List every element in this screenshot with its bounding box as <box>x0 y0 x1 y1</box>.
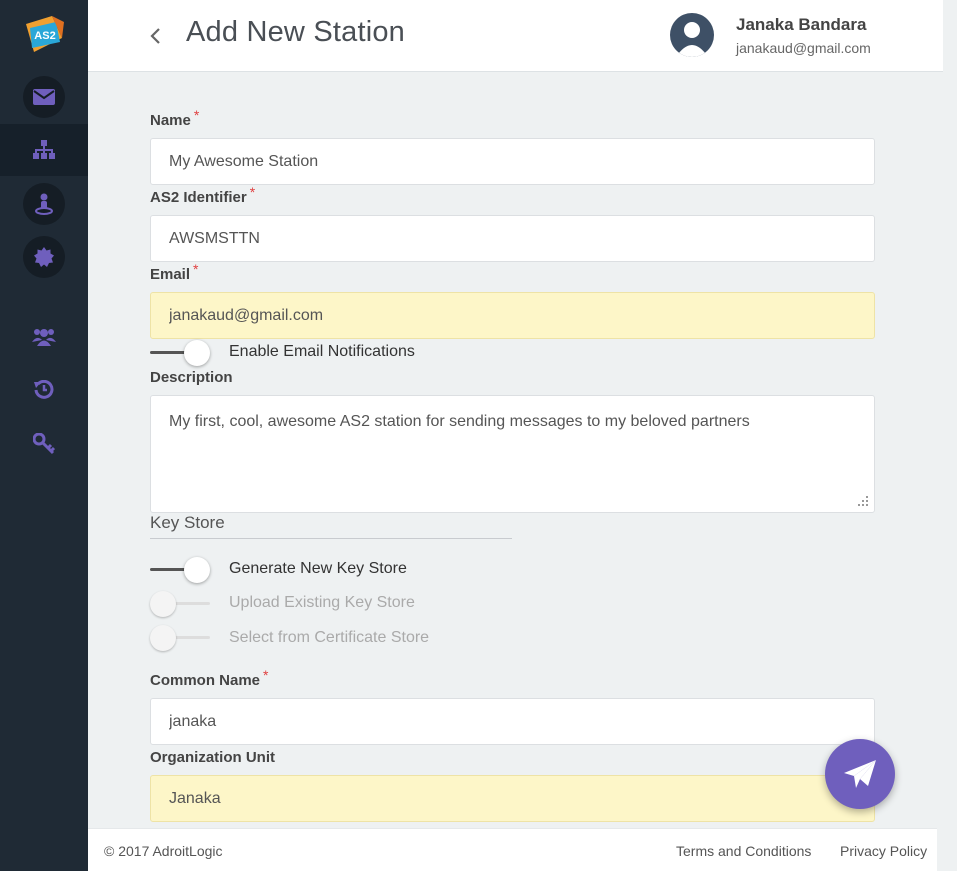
send-button[interactable] <box>825 739 895 809</box>
toggle-knob <box>150 625 176 651</box>
toggle-knob <box>184 340 210 366</box>
nav-circle <box>23 236 65 278</box>
sidebar-item-certificates[interactable] <box>0 231 88 283</box>
description-textarea[interactable]: My first, cool, awesome AS2 station for … <box>150 395 875 513</box>
common-name-label: Common Name * <box>150 667 268 689</box>
section-divider <box>150 538 512 539</box>
as2-identifier-label-text: AS2 Identifier <box>150 189 247 206</box>
name-input[interactable] <box>150 138 875 185</box>
required-mark: * <box>193 261 199 277</box>
email-label: Email * <box>150 261 198 283</box>
sidebar-item-users[interactable] <box>0 311 88 363</box>
toggle-knob <box>150 591 176 617</box>
common-name-label-text: Common Name <box>150 672 261 689</box>
certificate-store-label: Select from Certificate Store <box>229 629 430 646</box>
key-icon <box>33 433 55 455</box>
required-mark: * <box>249 184 256 200</box>
user-pin-icon <box>35 193 53 215</box>
sidebar-item-stations[interactable] <box>0 124 88 176</box>
as2-identifier-label: AS2 Identifier * <box>150 184 255 206</box>
privacy-link[interactable]: Privacy Policy <box>840 843 927 859</box>
svg-text:AS2: AS2 <box>34 30 55 42</box>
nav-circle <box>23 76 65 118</box>
sidebar: AS2 <box>0 0 88 871</box>
chevron-left-icon <box>150 28 160 44</box>
certificate-store-toggle[interactable] <box>150 624 212 652</box>
badge-icon <box>34 247 54 267</box>
generate-key-store-label: Generate New Key Store <box>229 560 407 577</box>
terms-link[interactable]: Terms and Conditions <box>676 843 811 859</box>
as2-identifier-input[interactable] <box>150 215 875 262</box>
toggle-knob <box>184 557 210 583</box>
description-label: Description <box>150 369 233 386</box>
upload-key-store-toggle[interactable] <box>150 590 212 618</box>
as2-logo[interactable]: AS2 <box>22 14 66 56</box>
avatar[interactable] <box>670 13 714 57</box>
key-store-section-title: Key Store <box>150 513 225 532</box>
nav-circle <box>23 183 65 225</box>
sitemap-icon <box>33 140 55 159</box>
envelope-icon <box>33 89 55 105</box>
user-email: janakaud@gmail.com <box>736 40 871 56</box>
copyright: © 2017 AdroitLogic <box>104 843 223 859</box>
page-header: Add New Station Janaka Bandara janakaud@… <box>88 0 943 72</box>
resize-grip-icon[interactable] <box>858 496 870 508</box>
users-icon <box>32 329 56 346</box>
send-icon <box>844 760 876 788</box>
email-notifications-toggle[interactable] <box>150 339 212 367</box>
common-name-input[interactable] <box>150 698 875 745</box>
name-label: Name * <box>150 107 199 129</box>
organization-unit-label: Organization Unit <box>150 749 275 766</box>
name-label-text: Name <box>150 112 191 129</box>
sidebar-item-history[interactable] <box>0 364 88 416</box>
as2-logo-icon: AS2 <box>26 16 64 52</box>
back-button[interactable] <box>146 22 166 50</box>
email-field[interactable] <box>150 292 875 339</box>
page-title: Add New Station <box>186 16 406 48</box>
email-notifications-label: Enable Email Notifications <box>229 343 415 360</box>
user-avatar-icon <box>676 22 708 57</box>
required-mark: * <box>263 667 269 683</box>
sidebar-item-keys[interactable] <box>0 418 88 470</box>
organization-unit-input[interactable] <box>150 775 875 822</box>
upload-key-store-label: Upload Existing Key Store <box>229 594 415 611</box>
sidebar-item-messages[interactable] <box>0 71 88 123</box>
required-mark: * <box>193 107 200 123</box>
email-label-text: Email <box>150 266 191 283</box>
footer: © 2017 AdroitLogic Terms and Conditions … <box>88 828 937 871</box>
history-icon <box>34 380 54 399</box>
generate-key-store-toggle[interactable] <box>150 556 212 584</box>
user-name: Janaka Bandara <box>736 15 867 34</box>
sidebar-item-partners[interactable] <box>0 178 88 230</box>
